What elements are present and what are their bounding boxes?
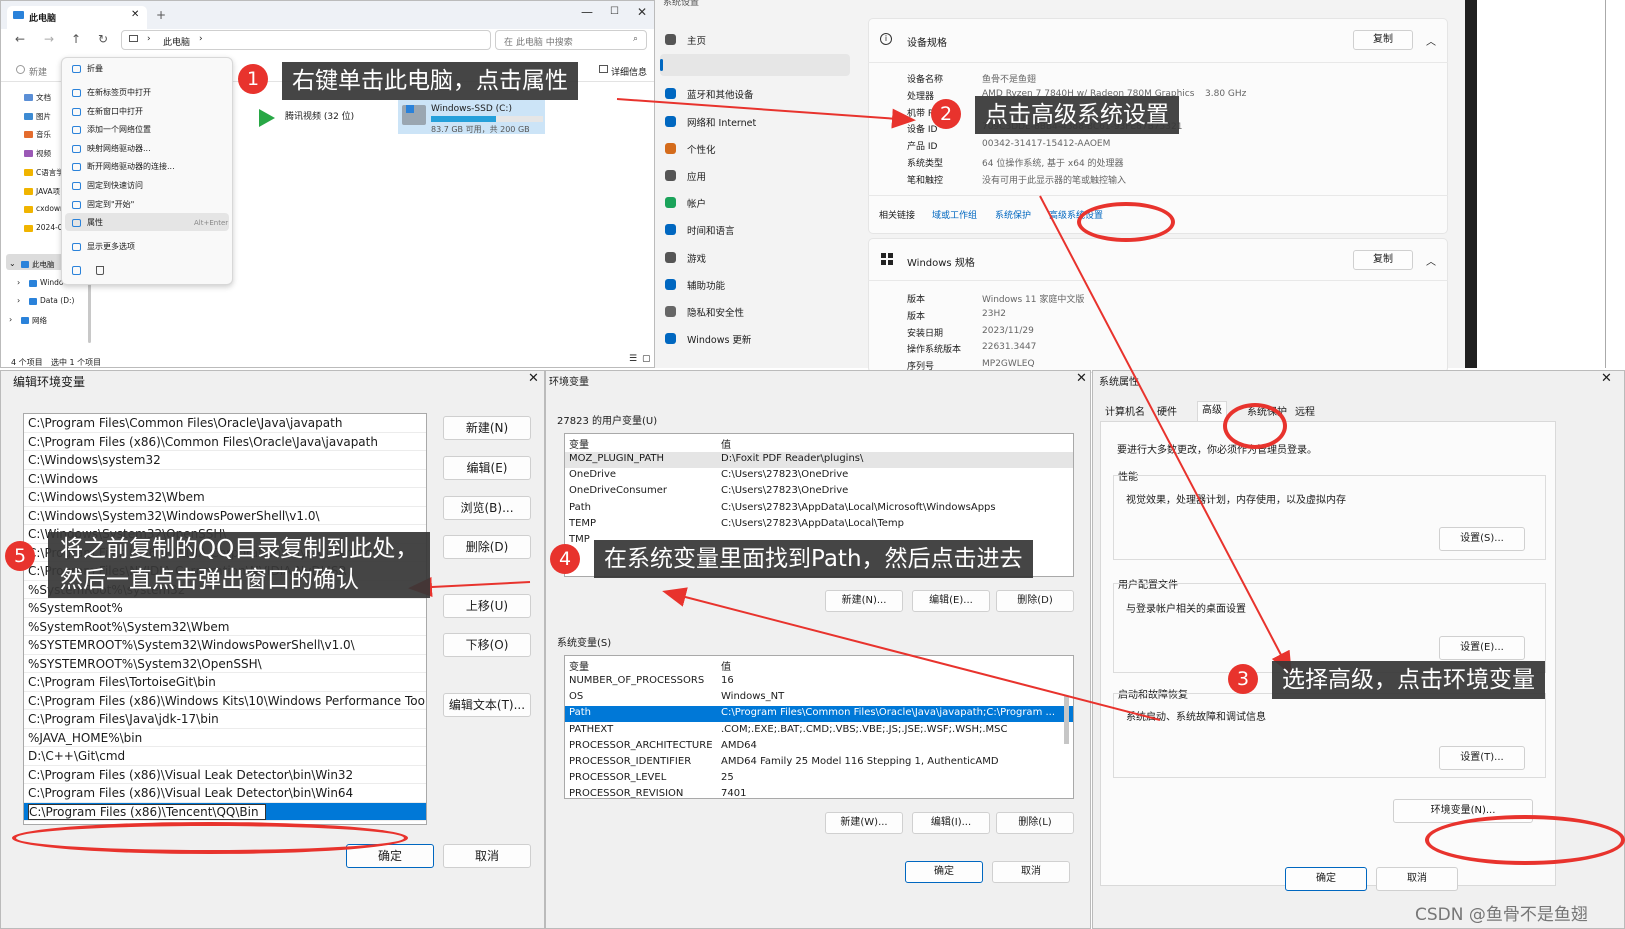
arrow-step1-to-step2 <box>616 98 916 129</box>
step-1-badge: 1 <box>238 64 268 94</box>
watermark: CSDN @鱼骨不是鱼翅 <box>1415 905 1588 925</box>
highlight-ring-env-button <box>1425 815 1625 865</box>
step-5-line1: 将之前复制的QQ目录复制到此处， <box>60 536 419 562</box>
step-5-callout: 将之前复制的QQ目录复制到此处， 然后一直点击弹出窗口的确认 <box>48 532 431 598</box>
step-5-badge: 5 <box>5 541 35 571</box>
step-2-callout: 点击高级系统设置 <box>975 96 1179 134</box>
step-4-badge: 4 <box>550 544 580 574</box>
step-2-badge: 2 <box>931 99 961 129</box>
step-3-callout: 选择高级，点击环境变量 <box>1272 661 1545 699</box>
step-5-line2: 然后一直点击弹出窗口的确认 <box>60 567 359 593</box>
step-3-badge: 3 <box>1228 664 1258 694</box>
annotation-arrows <box>408 98 1292 721</box>
highlight-ring-qq-path <box>12 822 408 854</box>
highlight-ring-advanced-link <box>1077 202 1175 242</box>
highlight-ring-advanced-tab <box>1223 403 1287 449</box>
step-1-callout: 右键单击此电脑，点击属性 <box>282 62 578 100</box>
arrow-step3-to-step4 <box>662 587 1161 721</box>
step-4-callout: 在系统变量里面找到Path，然后点击进去 <box>594 540 1033 578</box>
